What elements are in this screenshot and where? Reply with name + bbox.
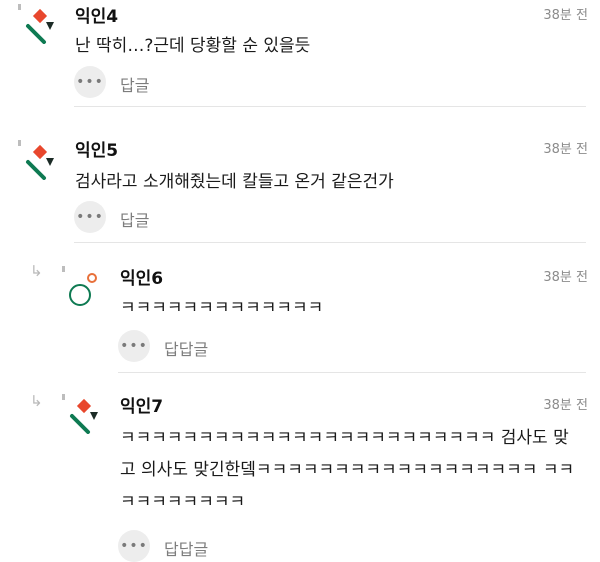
comment-author[interactable]: 익인7 (120, 392, 163, 417)
reply-arrow-icon: ↳ (30, 262, 43, 280)
divider (118, 372, 586, 373)
avatar[interactable] (62, 266, 102, 306)
more-options-button[interactable]: ••• (74, 66, 106, 98)
reply-arrow-icon: ↳ (30, 392, 43, 410)
comment-text: ㅋㅋㅋㅋㅋㅋㅋㅋㅋㅋㅋㅋㅋ (120, 298, 324, 318)
avatar[interactable] (62, 394, 102, 434)
comment-text: 난 딱히…?근데 당황할 순 있을듯 (75, 36, 311, 56)
comment-text: ㅋㅋㅋㅋㅋㅋㅋㅋㅋㅋㅋㅋㅋㅋㅋㅋㅋㅋㅋㅋㅋㅋㅋㅋ 검사도 맞고 의사도 맞긴한뎈… (120, 428, 575, 512)
comment-author[interactable]: 익인6 (120, 264, 163, 289)
divider (74, 242, 586, 243)
comment-time: 38분 전 (543, 8, 588, 23)
reply-button[interactable]: 답답글 (164, 536, 208, 560)
reply-button[interactable]: 답글 (120, 72, 149, 96)
comment-author[interactable]: 익인5 (75, 136, 118, 161)
more-options-button[interactable]: ••• (118, 530, 150, 562)
divider (74, 106, 586, 107)
comment-time: 38분 전 (543, 398, 588, 413)
avatar[interactable] (18, 4, 58, 44)
comment-author[interactable]: 익인4 (75, 2, 118, 27)
reply-button[interactable]: 답글 (120, 207, 149, 231)
reply-button[interactable]: 답답글 (164, 336, 208, 360)
comment-time: 38분 전 (543, 142, 588, 157)
more-options-button[interactable]: ••• (118, 330, 150, 362)
comment-time: 38분 전 (543, 270, 588, 285)
more-options-button[interactable]: ••• (74, 201, 106, 233)
comment-text: 검사라고 소개해줬는데 칼들고 온거 같은건가 (75, 172, 394, 192)
avatar[interactable] (18, 140, 58, 180)
